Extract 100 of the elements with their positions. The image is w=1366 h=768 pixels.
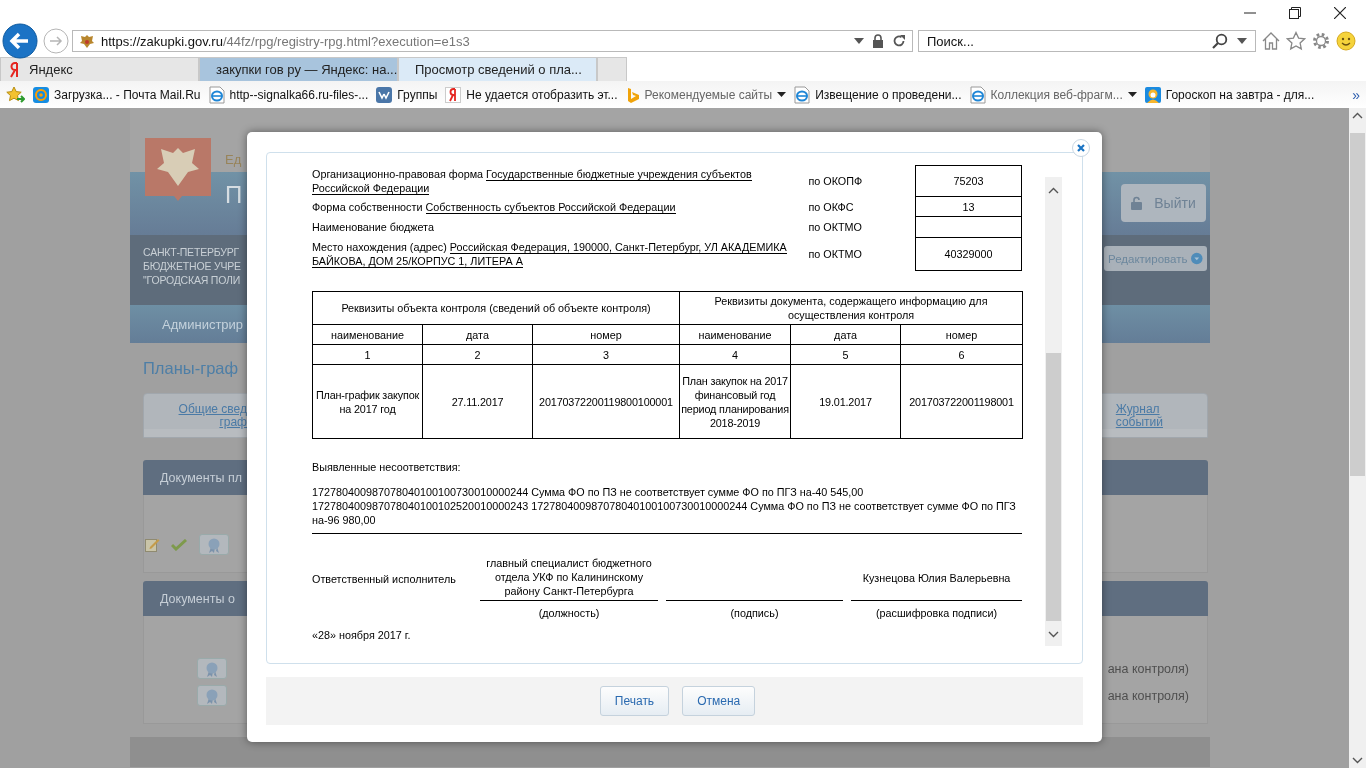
caption: (расшифровка подписи) — [874, 606, 999, 619]
table-cell: План-график закупок на 2017 год — [312, 364, 423, 439]
lock-icon — [1131, 196, 1143, 210]
site-logo-icon — [445, 86, 462, 103]
panel-title: Документы пл — [160, 470, 242, 485]
table-cell: 201703722001198001 — [900, 364, 1023, 439]
column-number: 5 — [790, 344, 901, 365]
organization-name: "ГОРОДСКАЯ ПОЛИ — [143, 273, 241, 287]
discrepancy-text: 172780400987078040100102520010000243 172780400987078040100100730010000244 Сумма ФО по ПЗ не соответствует сумме ФО по ПГЗ на-96 980,00 — [312, 499, 1017, 527]
caption: (подпись) — [729, 606, 780, 619]
favorite-link[interactable]: Загрузка... - Почта Mail.Ru — [33, 86, 201, 103]
signer-name: Кузнецова Юлия Валерьевна — [851, 556, 1022, 601]
classifier-label: по ОКОПФ — [808, 175, 863, 187]
dropdown-caret-icon — [1191, 250, 1203, 267]
table-group-header: Реквизиты документа, содержащего информацию для осуществления контроля — [679, 291, 1023, 325]
dropdown-caret-icon[interactable] — [854, 38, 864, 44]
close-icon[interactable] — [1334, 7, 1346, 19]
discrepancies-label: Выявленные несоответствия: — [312, 461, 462, 473]
dropdown-caret-icon[interactable] — [777, 92, 787, 97]
discrepancy-text: 172780400987078040100100730010000244 Сумма ФО по ПЗ не соответствует сумме ФО по ПГЗ на-40 545,00 — [312, 485, 865, 499]
field-text: Форма собственности Собственность субъектов Российской Федерации — [312, 199, 677, 214]
column-number: 4 — [679, 344, 791, 365]
browser-page-icon — [794, 85, 811, 104]
favorite-link[interactable]: Рекомендуемые сайты — [625, 86, 787, 103]
checkmark-icon[interactable] — [171, 538, 187, 551]
favorite-link[interactable]: http--signalka66.ru-files-... — [208, 85, 369, 104]
signature-label: Ответственный исполнитель — [312, 572, 457, 585]
table-cell: 27.11.2017 — [422, 364, 533, 439]
dialog-button[interactable]: Печать — [599, 686, 670, 716]
favorite-link[interactable]: Группы — [376, 86, 438, 103]
column-header: номер — [900, 324, 1023, 345]
field-text: Организационно-правовая форма Государственные бюджетные учреждения субъектов Российской Федерации — [312, 167, 753, 195]
document-title: ана контроля) — [1107, 688, 1189, 703]
classifier-label: по ОКТМО — [808, 221, 862, 233]
column-number: 3 — [532, 344, 680, 365]
social-icon — [376, 86, 393, 103]
organization-name: САНКТ-ПЕТЕРБУРГ — [143, 245, 240, 259]
favorite-link[interactable]: Гороскоп на завтра - для... — [1144, 86, 1315, 103]
field-text: Место нахождения (адрес) Российская Федерация, 190000, Санкт-Петербург, УЛ АКАДЕМИКА БАЙКОВА, ДОМ 25/КОРПУС 1, ЛИТЕРА А — [312, 240, 788, 268]
scroll-up-icon[interactable] — [1352, 112, 1363, 119]
favorite-link[interactable]: Не удается отобразить эт... — [445, 86, 618, 103]
column-header: наименование — [679, 324, 791, 345]
classifier-code-cell: 75203 — [915, 165, 1022, 197]
scroll-up-icon[interactable] — [1048, 187, 1059, 194]
browser-page-icon — [969, 85, 986, 104]
organization-name: БЮДЖЕТНОЕ УЧРЕ — [143, 259, 241, 273]
certificate-icon — [205, 660, 219, 677]
position-text: главный специалист бюджетного отдела УКФ по Калининскому району Санкт-Петербурга — [480, 556, 658, 601]
header-title: П — [225, 181, 243, 209]
classifier-label: по ОКТМО — [808, 248, 862, 260]
scrollbar[interactable] — [1045, 177, 1062, 646]
document-title: ана контроля) — [1107, 661, 1189, 676]
column-header: номер — [532, 324, 680, 345]
column-header: наименование — [312, 324, 423, 345]
browser-tab[interactable]: Просмотр сведений о пла... — [398, 57, 597, 81]
more-favorites-button[interactable]: » — [1352, 86, 1360, 103]
star-icon[interactable] — [1286, 31, 1306, 51]
report-date: «28» ноября 2017 г. — [312, 629, 412, 641]
scroll-down-icon[interactable] — [1048, 631, 1059, 638]
classifier-label: по ОКФС — [808, 200, 854, 213]
browser-page-icon — [208, 85, 225, 104]
classifier-code-cell: 13 — [915, 196, 1022, 217]
column-header: дата — [422, 324, 533, 345]
browser-tab[interactable]: Яндекс — [0, 57, 199, 81]
lock-icon[interactable] — [872, 34, 884, 48]
header-caption: Ед — [225, 152, 243, 167]
table-cell: 19.01.2017 — [790, 364, 901, 439]
caption: (должность) — [537, 606, 601, 619]
refresh-icon[interactable] — [892, 34, 906, 48]
page-scrollbar[interactable] — [1349, 108, 1366, 768]
scroll-down-icon[interactable] — [1352, 757, 1363, 764]
search-icon[interactable] — [1212, 33, 1228, 49]
search-field[interactable]: Поиск... — [918, 30, 1256, 52]
emblem-icon — [79, 33, 95, 49]
mail-icon — [33, 86, 49, 103]
dropdown-caret-icon[interactable] — [1127, 92, 1137, 97]
panel-title: Документы о — [160, 591, 235, 606]
classifier-code-cell: 40329000 — [915, 237, 1022, 271]
dialog-button[interactable]: Отмена — [682, 686, 756, 716]
browser-tab[interactable]: закупки гов ру — Яндекс: на... — [199, 57, 398, 81]
dropdown-caret-icon[interactable] — [1237, 38, 1247, 44]
site-icon — [625, 86, 640, 103]
certificate-icon — [207, 536, 221, 553]
column-number: 2 — [422, 344, 533, 365]
restore-icon[interactable] — [1289, 7, 1301, 19]
smiley-icon[interactable] — [1336, 31, 1356, 51]
table-cell: 20170372200119800100001 — [532, 364, 680, 439]
favorite-link[interactable]: Коллекция веб-фрагм... — [969, 85, 1137, 104]
table-group-header: Реквизиты объекта контроля (сведений об объекте контроля) — [312, 291, 680, 325]
column-number: 1 — [312, 344, 423, 365]
add-favorite-star-icon[interactable] — [5, 85, 25, 104]
field-text: Наименование бюджета — [312, 220, 435, 234]
person-icon — [1144, 86, 1161, 103]
settings-icon[interactable] — [1311, 31, 1331, 51]
column-header: дата — [790, 324, 901, 345]
column-number: 6 — [900, 344, 1023, 365]
address-field[interactable]: https://zakupki.gov.ru/44fz/rpg/registry-rpg.html?execution=e1s3 — [72, 30, 913, 52]
home-icon[interactable] — [1261, 31, 1281, 51]
certificate-icon — [205, 687, 219, 704]
favorite-link[interactable]: Извещение о проведени... — [794, 85, 962, 104]
